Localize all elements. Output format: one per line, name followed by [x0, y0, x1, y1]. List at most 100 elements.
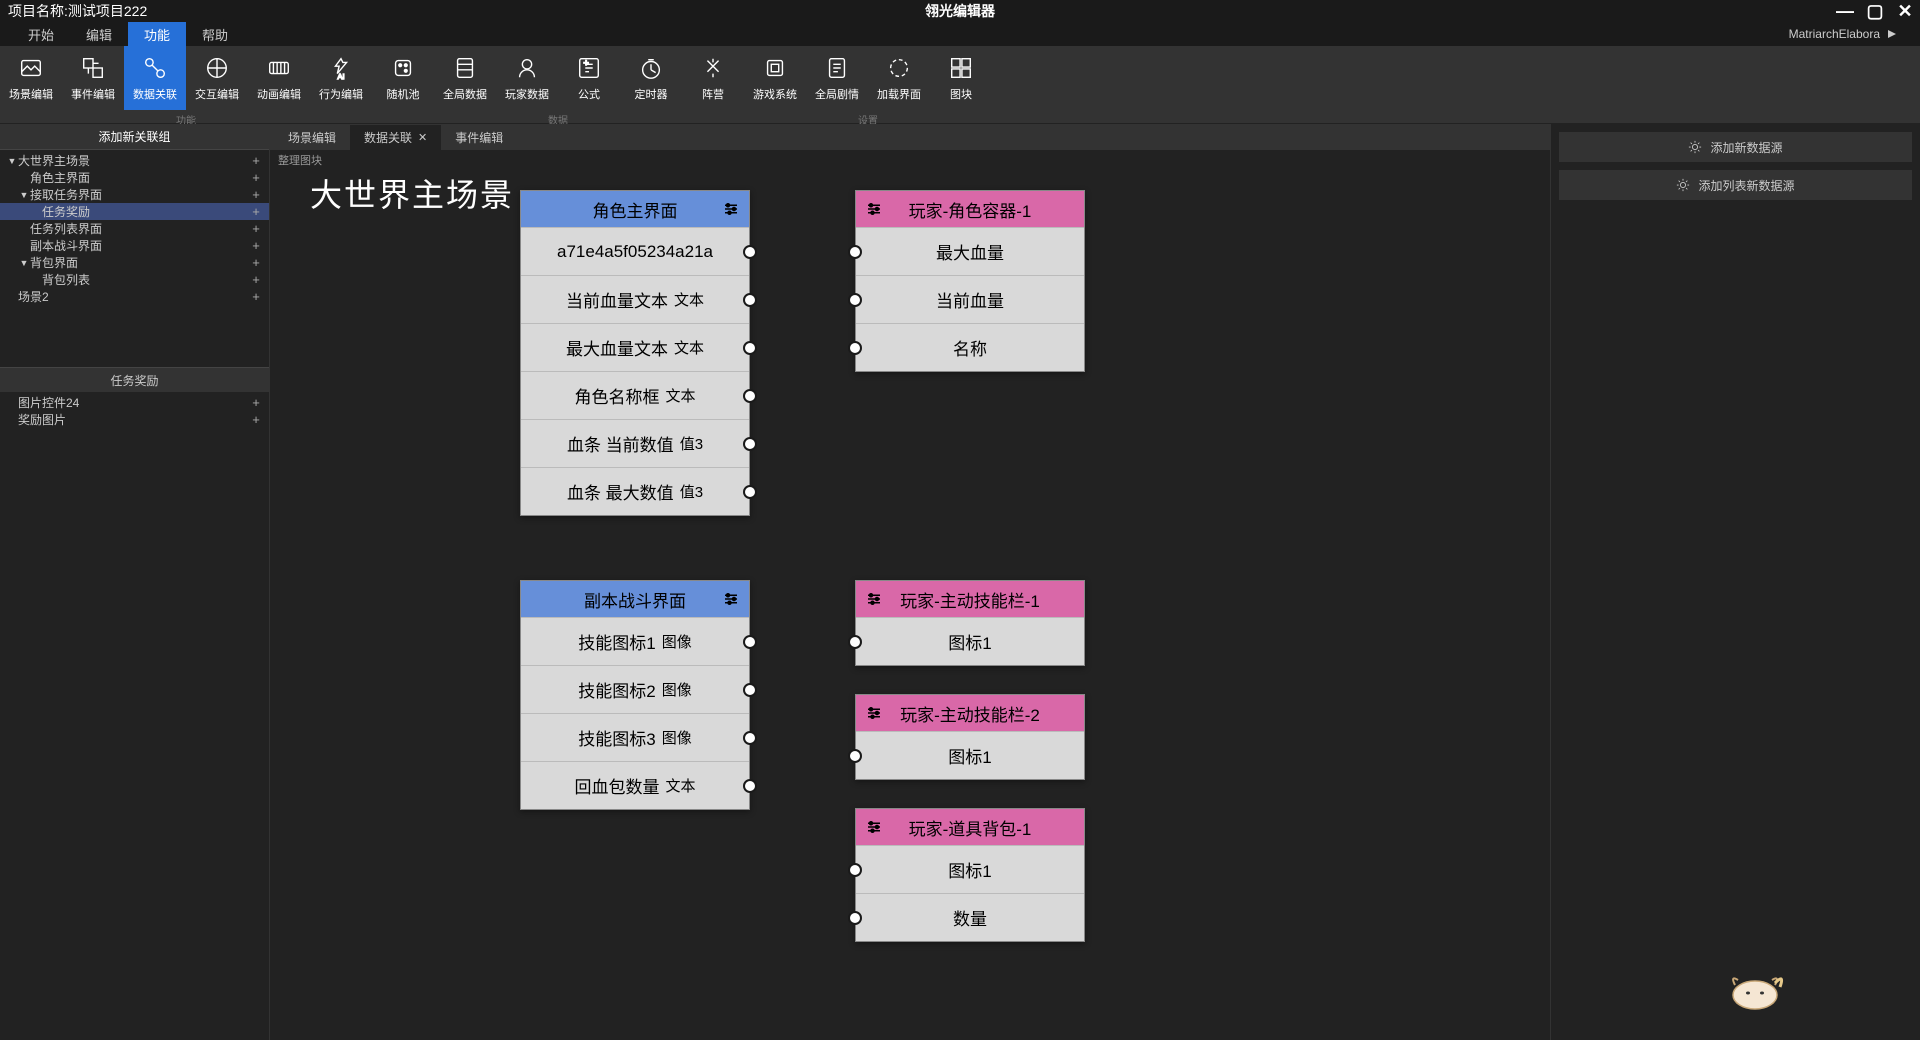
- inspector-button-0[interactable]: 添加新数据源: [1559, 132, 1912, 162]
- tree-row[interactable]: 任务列表界面+: [0, 220, 269, 237]
- inspector-button-1[interactable]: 添加列表新数据源: [1559, 170, 1912, 200]
- tree-row[interactable]: ▼大世界主场景+: [0, 152, 269, 169]
- node-canvas[interactable]: 大世界主场景 角色主界面a71e4a5f05234a21a当前血量文本文本最大血…: [270, 170, 1550, 1040]
- add-icon[interactable]: +: [249, 255, 263, 270]
- maximize-button[interactable]: ▢: [1864, 0, 1886, 22]
- sidebar-header[interactable]: 添加新关联组: [0, 124, 269, 150]
- ribbon-link[interactable]: 数据关联: [124, 46, 186, 110]
- node-row[interactable]: 图标1: [856, 731, 1084, 779]
- node-row[interactable]: a71e4a5f05234a21a: [521, 227, 749, 275]
- node-header[interactable]: 玩家-主动技能栏-1: [856, 581, 1084, 617]
- ribbon-scene[interactable]: 场景编辑: [0, 46, 62, 110]
- minimize-button[interactable]: —: [1834, 0, 1856, 22]
- ribbon-faction[interactable]: 阵营: [682, 46, 744, 110]
- sliders-icon[interactable]: [864, 199, 884, 219]
- ribbon-tile[interactable]: 图块: [930, 46, 992, 110]
- port-out[interactable]: [743, 635, 757, 649]
- node-row[interactable]: 血条 当前数值值3: [521, 419, 749, 467]
- menu-item-0[interactable]: 开始: [12, 21, 70, 48]
- node-n6[interactable]: 玩家-道具背包-1图标1数量: [855, 808, 1085, 942]
- ribbon-anim[interactable]: 动画编辑: [248, 46, 310, 110]
- canvas-tab-0[interactable]: 场景编辑: [274, 125, 350, 150]
- ribbon-player[interactable]: 玩家数据: [496, 46, 558, 110]
- port-in[interactable]: [848, 749, 862, 763]
- port-out[interactable]: [743, 683, 757, 697]
- port-out[interactable]: [743, 485, 757, 499]
- add-icon[interactable]: +: [249, 412, 263, 427]
- port-in[interactable]: [848, 863, 862, 877]
- canvas-tab-1[interactable]: 数据关联✕: [350, 125, 441, 150]
- node-header[interactable]: 玩家-道具背包-1: [856, 809, 1084, 845]
- node-row[interactable]: 技能图标2图像: [521, 665, 749, 713]
- node-n1[interactable]: 角色主界面a71e4a5f05234a21a当前血量文本文本最大血量文本文本角色…: [520, 190, 750, 516]
- tree-row[interactable]: ▼接取任务界面+: [0, 186, 269, 203]
- tree-row[interactable]: 角色主界面+: [0, 169, 269, 186]
- menu-item-1[interactable]: 编辑: [70, 21, 128, 48]
- sliders-icon[interactable]: [864, 589, 884, 609]
- node-row[interactable]: 技能图标1图像: [521, 617, 749, 665]
- menu-item-2[interactable]: 功能: [128, 21, 186, 48]
- ribbon-timer[interactable]: 定时器: [620, 46, 682, 110]
- add-icon[interactable]: +: [249, 395, 263, 410]
- node-header[interactable]: 玩家-角色容器-1: [856, 191, 1084, 227]
- port-in[interactable]: [848, 245, 862, 259]
- node-header[interactable]: 角色主界面: [521, 191, 749, 227]
- tree-row[interactable]: 副本战斗界面+: [0, 237, 269, 254]
- node-row[interactable]: 当前血量: [856, 275, 1084, 323]
- node-row[interactable]: 最大血量: [856, 227, 1084, 275]
- add-icon[interactable]: +: [249, 153, 263, 168]
- node-row[interactable]: 图标1: [856, 617, 1084, 665]
- ribbon-interact[interactable]: 交互编辑: [186, 46, 248, 110]
- ribbon-system[interactable]: 游戏系统: [744, 46, 806, 110]
- node-row[interactable]: 当前血量文本文本: [521, 275, 749, 323]
- sliders-icon[interactable]: [721, 199, 741, 219]
- tree-row[interactable]: 任务奖励+: [0, 203, 269, 220]
- tree-row[interactable]: ▼背包界面+: [0, 254, 269, 271]
- sliders-icon[interactable]: [864, 817, 884, 837]
- canvas-tab-2[interactable]: 事件编辑: [441, 125, 517, 150]
- ribbon-story[interactable]: 全局剧情: [806, 46, 868, 110]
- add-icon[interactable]: +: [249, 204, 263, 219]
- node-n4[interactable]: 玩家-主动技能栏-1图标1: [855, 580, 1085, 666]
- ribbon-event[interactable]: 事件编辑: [62, 46, 124, 110]
- add-icon[interactable]: +: [249, 170, 263, 185]
- add-icon[interactable]: +: [249, 272, 263, 287]
- node-row[interactable]: 最大血量文本文本: [521, 323, 749, 371]
- close-tab-icon[interactable]: ✕: [418, 131, 427, 144]
- port-out[interactable]: [743, 779, 757, 793]
- ribbon-formula[interactable]: +公式: [558, 46, 620, 110]
- add-icon[interactable]: +: [249, 187, 263, 202]
- port-in[interactable]: [848, 293, 862, 307]
- canvas-toolbar[interactable]: 整理图块: [270, 150, 1550, 170]
- tree-row[interactable]: 图片控件24+: [0, 394, 269, 411]
- port-out[interactable]: [743, 389, 757, 403]
- node-header[interactable]: 玩家-主动技能栏-2: [856, 695, 1084, 731]
- node-row[interactable]: 数量: [856, 893, 1084, 941]
- node-header[interactable]: 副本战斗界面: [521, 581, 749, 617]
- add-icon[interactable]: +: [249, 238, 263, 253]
- tree-row[interactable]: 奖励图片+: [0, 411, 269, 428]
- port-out[interactable]: [743, 731, 757, 745]
- menu-item-3[interactable]: 帮助: [186, 21, 244, 48]
- port-out[interactable]: [743, 437, 757, 451]
- node-row[interactable]: 血条 最大数值值3: [521, 467, 749, 515]
- node-n3[interactable]: 副本战斗界面技能图标1图像技能图标2图像技能图标3图像回血包数量文本: [520, 580, 750, 810]
- sliders-icon[interactable]: [864, 703, 884, 723]
- node-row[interactable]: 图标1: [856, 845, 1084, 893]
- node-n5[interactable]: 玩家-主动技能栏-2图标1: [855, 694, 1085, 780]
- add-icon[interactable]: +: [249, 221, 263, 236]
- node-n2[interactable]: 玩家-角色容器-1最大血量当前血量名称: [855, 190, 1085, 372]
- sliders-icon[interactable]: [721, 589, 741, 609]
- port-in[interactable]: [848, 911, 862, 925]
- add-icon[interactable]: +: [249, 289, 263, 304]
- node-row[interactable]: 技能图标3图像: [521, 713, 749, 761]
- ribbon-random[interactable]: 随机池: [372, 46, 434, 110]
- port-in[interactable]: [848, 635, 862, 649]
- port-out[interactable]: [743, 293, 757, 307]
- node-row[interactable]: 回血包数量文本: [521, 761, 749, 809]
- node-row[interactable]: 名称: [856, 323, 1084, 371]
- port-in[interactable]: [848, 341, 862, 355]
- user-badge[interactable]: MatriarchElabora: [1789, 27, 1908, 41]
- tree-row[interactable]: 背包列表+: [0, 271, 269, 288]
- ribbon-global[interactable]: 全局数据: [434, 46, 496, 110]
